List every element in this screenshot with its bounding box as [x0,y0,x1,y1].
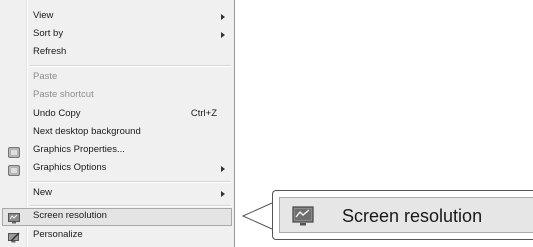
zoom-callout: Screen resolution [272,190,533,240]
zoomed-menu-item-screen-resolution: Screen resolution [279,197,533,233]
callout-label: Screen resolution [342,206,483,226]
screen-resolution-icon [292,206,314,227]
screenshot-stage: View Sort by Refresh Paste Paste shortcu… [0,0,533,247]
